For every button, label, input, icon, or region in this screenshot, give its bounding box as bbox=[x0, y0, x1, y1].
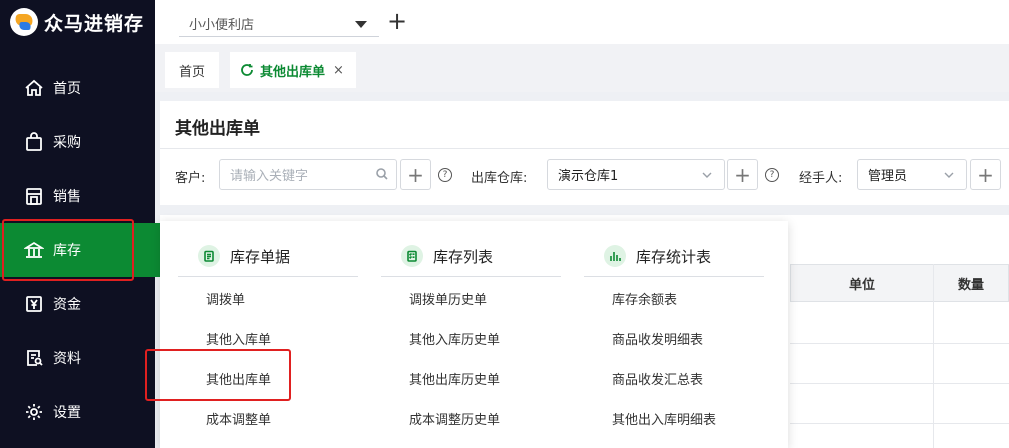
store-select[interactable]: 小小便利店 bbox=[179, 10, 379, 37]
menu-item-other-inbound-history[interactable]: 其他入库历史单 bbox=[409, 329, 500, 348]
tab-label: 其他出库单 bbox=[260, 64, 326, 80]
top-bar: 小小便利店 + bbox=[155, 0, 1009, 44]
menu-column-title: 库存统计表 bbox=[636, 247, 712, 266]
menu-item-other-inbound[interactable]: 其他入库单 bbox=[206, 329, 271, 348]
sidebar-item-purchase[interactable]: 采购 bbox=[0, 115, 155, 169]
clipboard-icon bbox=[198, 245, 220, 267]
column-header-unit[interactable]: 单位 bbox=[790, 264, 934, 302]
table-row bbox=[790, 383, 1009, 384]
warehouse-label: 出库仓库: bbox=[471, 171, 528, 186]
sidebar-item-label: 首页 bbox=[53, 81, 81, 97]
sidebar-item-label: 资金 bbox=[53, 297, 81, 313]
add-handler-button[interactable]: + bbox=[970, 159, 1001, 190]
menu-item-inventory-balance[interactable]: 库存余额表 bbox=[612, 289, 677, 308]
warehouse-select[interactable]: 演示仓库1 bbox=[547, 159, 725, 190]
handler-label: 经手人: bbox=[799, 171, 843, 186]
yen-icon bbox=[24, 294, 44, 314]
help-icon[interactable]: ? bbox=[765, 168, 779, 182]
app-logo: 众马进销存 bbox=[0, 0, 155, 44]
sidebar-item-inventory[interactable]: 库存 bbox=[0, 223, 162, 277]
help-icon[interactable]: ? bbox=[438, 168, 452, 182]
customer-input[interactable]: 请输入关键字 bbox=[219, 159, 397, 190]
menu-item-other-outbound-history[interactable]: 其他出库历史单 bbox=[409, 369, 500, 388]
sidebar-item-label: 设置 bbox=[53, 405, 81, 421]
menu-item-goods-flow-summary[interactable]: 商品收发汇总表 bbox=[612, 369, 703, 388]
menu-column-header: 库存单据 bbox=[178, 236, 358, 277]
tab-label: 首页 bbox=[179, 64, 206, 80]
sidebar-item-label: 资料 bbox=[53, 351, 81, 367]
sidebar-item-settings[interactable]: 设置 bbox=[0, 385, 155, 439]
menu-column-title: 库存单据 bbox=[230, 247, 291, 266]
menu-column-header: 库存列表 bbox=[381, 236, 561, 277]
store-icon bbox=[24, 186, 44, 206]
inventory-dropdown-menu: 库存单据 调拨单 其他入库单 其他出库单 成本调整单 库存列表 调拨单历史单 其… bbox=[160, 221, 788, 448]
table-row bbox=[790, 343, 1009, 344]
column-divider bbox=[933, 264, 934, 448]
warehouse-icon bbox=[24, 240, 44, 260]
app-name: 众马进销存 bbox=[44, 12, 145, 35]
bar-chart-icon bbox=[604, 245, 626, 267]
sidebar-item-label: 采购 bbox=[53, 135, 81, 151]
column-header-quantity[interactable]: 数量 bbox=[933, 264, 1009, 302]
caret-down-icon bbox=[355, 21, 367, 28]
tab-home[interactable]: 首页 bbox=[165, 52, 220, 88]
sidebar-item-label: 库存 bbox=[53, 243, 81, 259]
document-search-icon bbox=[24, 348, 44, 368]
items-table: 单位 数量 bbox=[790, 264, 1009, 448]
sidebar-item-label: 销售 bbox=[53, 189, 81, 205]
sidebar-item-sales[interactable]: 销售 bbox=[0, 169, 155, 223]
close-icon[interactable]: × bbox=[333, 63, 344, 78]
menu-column-header: 库存统计表 bbox=[584, 236, 764, 277]
gear-icon bbox=[24, 402, 44, 422]
menu-column-title: 库存列表 bbox=[433, 247, 494, 266]
menu-item-other-inout-detail[interactable]: 其他出入库明细表 bbox=[612, 409, 716, 428]
search-icon bbox=[376, 168, 388, 180]
menu-item-other-outbound[interactable]: 其他出库单 bbox=[206, 369, 271, 388]
add-warehouse-button[interactable]: + bbox=[727, 159, 758, 190]
home-icon bbox=[24, 78, 44, 98]
shopping-bag-icon bbox=[24, 132, 44, 152]
add-customer-button[interactable]: + bbox=[400, 159, 431, 190]
handler-select-value: 管理员 bbox=[868, 169, 908, 184]
refresh-icon[interactable] bbox=[240, 63, 254, 77]
sidebar-item-data[interactable]: 资料 bbox=[0, 331, 155, 385]
chevron-down-icon bbox=[944, 169, 954, 179]
sidebar: 众马进销存 首页 采购 销售 库存 资金 资料 设置 bbox=[0, 0, 162, 448]
add-store-button[interactable]: + bbox=[387, 8, 407, 34]
handler-select[interactable]: 管理员 bbox=[857, 159, 967, 190]
warehouse-select-value: 演示仓库1 bbox=[558, 169, 619, 184]
sidebar-item-funds[interactable]: 资金 bbox=[0, 277, 155, 331]
divider bbox=[160, 148, 1009, 149]
sidebar-item-home[interactable]: 首页 bbox=[0, 61, 155, 115]
customer-label: 客户: bbox=[175, 171, 206, 186]
customer-input-placeholder: 请输入关键字 bbox=[230, 169, 309, 184]
chevron-down-icon bbox=[702, 169, 712, 179]
section-separator bbox=[160, 205, 1009, 215]
page-title: 其他出库单 bbox=[175, 119, 260, 139]
store-select-value: 小小便利店 bbox=[189, 17, 255, 33]
menu-item-transfer[interactable]: 调拨单 bbox=[206, 289, 245, 308]
menu-item-goods-flow-detail[interactable]: 商品收发明细表 bbox=[612, 329, 703, 348]
menu-item-transfer-history[interactable]: 调拨单历史单 bbox=[409, 289, 487, 308]
checklist-icon bbox=[401, 245, 423, 267]
tab-bar: 首页 其他出库单 × bbox=[155, 44, 1009, 92]
menu-item-cost-adjustment-history[interactable]: 成本调整历史单 bbox=[409, 409, 500, 428]
menu-item-cost-adjustment[interactable]: 成本调整单 bbox=[206, 409, 271, 428]
logo-icon bbox=[10, 8, 38, 36]
tab-other-outbound[interactable]: 其他出库单 × bbox=[230, 52, 356, 88]
table-row bbox=[790, 423, 1009, 424]
